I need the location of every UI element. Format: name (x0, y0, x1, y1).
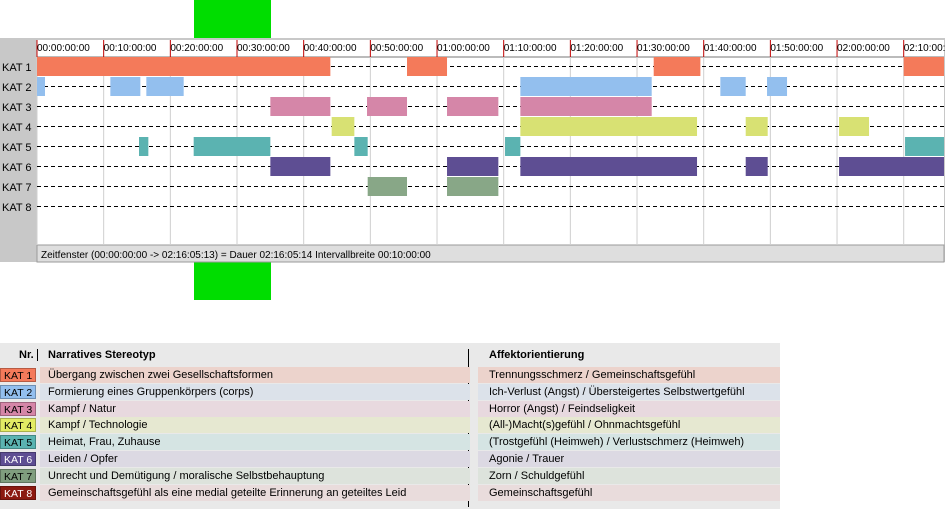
segment-bar[interactable] (270, 97, 331, 116)
segment-bar[interactable] (720, 77, 746, 96)
tick-label: 00:00:00:00 (37, 43, 90, 54)
legend-row: KAT 4 Kampf / Technologie (All-)Macht(s)ge… (0, 417, 780, 434)
segment-bar[interactable] (520, 117, 698, 136)
legend-header-nr: Nr. (19, 349, 34, 361)
legend-row: KAT 7 Unrecht und Demütigung / moralische… (0, 467, 780, 484)
legend-color-badge: KAT 8 (0, 485, 36, 500)
legend-affekt: Horror (Angst) / Feindseligkeit (478, 400, 780, 417)
segment-bar[interactable] (37, 77, 46, 96)
tick-label: 01:30:00:00 (637, 43, 690, 54)
tick-label: 01:40:00:00 (704, 43, 757, 54)
segment-bar[interactable] (354, 137, 368, 156)
legend-stereotype: Kampf / Technologie (40, 417, 470, 434)
segment-bar[interactable] (767, 77, 788, 96)
row-label: KAT 5 (2, 142, 32, 154)
segment-bar[interactable] (146, 77, 184, 96)
segment-bar[interactable] (905, 137, 944, 156)
segment-bar[interactable] (903, 57, 944, 76)
tick-label: 00:10:00:00 (104, 43, 157, 54)
legend-stereotype: Gemeinschaftsgefühl als eine medial gete… (40, 484, 470, 501)
legend-color-badge: KAT 5 (0, 435, 36, 450)
tick-label: 00:50:00:00 (370, 43, 423, 54)
segment-bar[interactable] (37, 57, 331, 76)
legend-stereotype: Formierung eines Gruppenkörpers (corps) (40, 383, 470, 400)
legend-header-separator (37, 349, 38, 361)
legend-row: KAT 2 Formierung eines Gruppenkörpers (co… (0, 383, 780, 400)
legend-stereotype: Übergang zwischen zwei Gesellschaftsform… (40, 367, 470, 383)
segment-bar[interactable] (745, 117, 768, 136)
legend-color-badge: KAT 7 (0, 468, 36, 483)
row-label: KAT 1 (2, 62, 32, 74)
status-text: Zeitfenster (00:00:00:00 -> 02:16:05:13)… (41, 250, 431, 261)
playhead-marker-top[interactable] (194, 0, 271, 38)
segment-bar[interactable] (367, 177, 408, 196)
legend-row: KAT 3 Kampf / Natur Horror (Angst) / Feind… (0, 400, 780, 417)
row-label: KAT 2 (2, 82, 32, 94)
segment-bar[interactable] (331, 117, 355, 136)
legend-stereotype: Unrecht und Demütigung / moralische Selb… (40, 467, 470, 484)
legend-table: Nr. Narratives Stereotyp Affektorientier… (0, 343, 780, 509)
legend-header-stereotype: Narratives Stereotyp (48, 349, 156, 361)
row-label: KAT 6 (2, 162, 32, 174)
row-label: KAT 8 (2, 202, 32, 214)
segment-bar[interactable] (367, 97, 408, 116)
playhead-marker-bottom[interactable] (194, 262, 271, 300)
tick-label: 01:10:00:00 (504, 43, 557, 54)
legend-color-badge: KAT 6 (0, 452, 36, 466)
legend-affekt: Gemeinschaftsgefühl (478, 484, 780, 501)
tick-label: 00:40:00:00 (304, 43, 357, 54)
segment-bar[interactable] (520, 157, 698, 176)
segment-bar[interactable] (447, 97, 499, 116)
timeline-chart: Zeitfenster (00:00:00:00 -> 02:16:05:13)… (0, 0, 945, 300)
row-label: KAT 4 (2, 122, 32, 134)
segment-bar[interactable] (110, 77, 141, 96)
legend-affekt: Zorn / Schuldgefühl (478, 467, 780, 484)
legend-affekt: Ich-Verlust (Angst) / Übersteigertes Sel… (478, 383, 780, 400)
legend-row: KAT 6 Leiden / Opfer Agonie / Trauer (0, 451, 780, 467)
segment-bar[interactable] (505, 137, 521, 156)
tick-label: 00:20:00:00 (170, 43, 223, 54)
segment-bar[interactable] (520, 97, 652, 116)
legend-affekt: Agonie / Trauer (478, 451, 780, 467)
legend-row: KAT 8 Gemeinschaftsgefühl als eine medial… (0, 484, 780, 501)
tick-label: 00:30:00:00 (237, 43, 290, 54)
legend-stereotype: Heimat, Frau, Zuhause (40, 434, 470, 451)
segment-bar[interactable] (270, 157, 331, 176)
legend-stereotype: Leiden / Opfer (40, 451, 470, 467)
segment-bar[interactable] (193, 137, 271, 156)
segment-bar[interactable] (839, 157, 944, 176)
tick-label: 02:00:00:00 (837, 43, 890, 54)
legend-affekt: (Trostgefühl (Heimweh) / Verlustschmerz … (478, 434, 780, 451)
tick-label: 02:10:00:00 (904, 43, 945, 54)
segment-bar[interactable] (407, 57, 448, 76)
segment-bar[interactable] (520, 77, 652, 96)
segment-bar[interactable] (447, 177, 499, 196)
segment-bar[interactable] (447, 157, 499, 176)
legend-row: KAT 5 Heimat, Frau, Zuhause (Trostgefühl (… (0, 434, 780, 451)
legend-row: KAT 1 Übergang zwischen zwei Gesellschaft… (0, 367, 780, 383)
legend-stereotype: Kampf / Natur (40, 400, 470, 417)
row-label: KAT 3 (2, 102, 32, 114)
tick-label: 01:20:00:00 (570, 43, 623, 54)
row-label: KAT 7 (2, 182, 32, 194)
legend-color-badge: KAT 2 (0, 384, 36, 399)
legend-color-badge: KAT 1 (0, 368, 36, 382)
legend-affekt: (All-)Macht(s)gefühl / Ohnmachtsgefühl (478, 417, 780, 434)
segment-bar[interactable] (139, 137, 149, 156)
segment-bar[interactable] (745, 157, 768, 176)
legend-header-affekt: Affektorientierung (489, 349, 585, 361)
tick-label: 01:00:00:00 (437, 43, 490, 54)
tick-label: 01:50:00:00 (770, 43, 823, 54)
segment-bar[interactable] (653, 57, 701, 76)
segment-bar[interactable] (839, 117, 870, 136)
legend-affekt: Trennungsschmerz / Gemeinschaftsgefühl (478, 367, 780, 383)
legend-color-badge: KAT 3 (0, 401, 36, 416)
legend-color-badge: KAT 4 (0, 418, 36, 433)
